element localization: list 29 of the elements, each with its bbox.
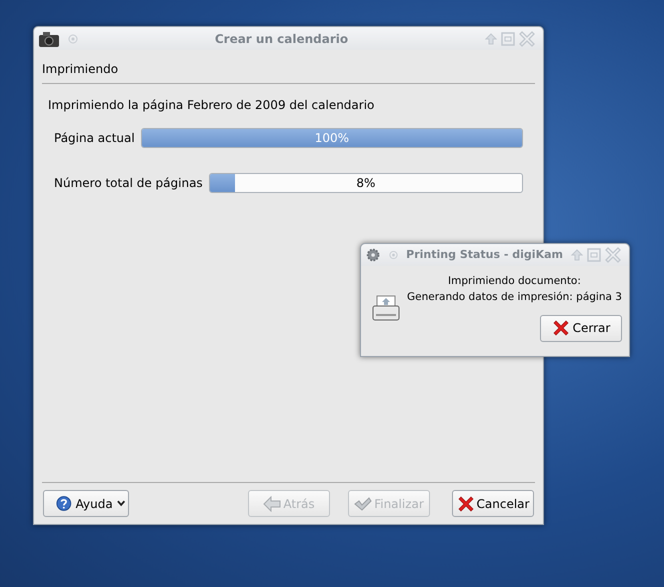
maximize-icon[interactable] — [501, 32, 515, 46]
maximize-icon[interactable] — [587, 248, 601, 262]
up-arrow-icon[interactable] — [571, 249, 583, 261]
window-title: Printing Status - digiKam — [406, 246, 563, 263]
help-button[interactable]: Ayuda — [43, 490, 129, 517]
left-arrow-icon — [263, 496, 282, 512]
cross-icon — [456, 494, 475, 512]
cancel-button[interactable]: Cancelar — [452, 490, 534, 517]
up-arrow-icon[interactable] — [485, 32, 497, 44]
dialog-line: Imprimiendo documento: — [448, 274, 581, 289]
cross-icon — [552, 319, 570, 337]
pin-icon[interactable] — [68, 34, 78, 44]
pin-icon[interactable] — [389, 250, 398, 260]
progress-reading: 100% — [314, 130, 350, 147]
close-icon[interactable] — [605, 247, 621, 263]
dialog-line: Generando datos de impresión: página 3 — [407, 290, 622, 305]
camera-icon — [38, 30, 60, 48]
help-icon — [56, 495, 72, 512]
chevron-down-icon — [116, 500, 125, 507]
status-message: Imprimiendo la página Febrero de 2009 del calendario — [48, 97, 376, 114]
window-title: Crear un calendario — [214, 30, 348, 48]
page-title: Imprimiendo — [42, 62, 118, 76]
progress-label: Página actual — [54, 130, 135, 147]
progress-reading: 8% — [356, 175, 376, 192]
close-icon[interactable] — [519, 30, 535, 46]
checkmark-icon — [354, 496, 372, 512]
progress-label: Número total de páginas — [54, 175, 203, 192]
close-button[interactable]: Cerrar — [540, 314, 622, 342]
gear-icon — [365, 248, 382, 262]
